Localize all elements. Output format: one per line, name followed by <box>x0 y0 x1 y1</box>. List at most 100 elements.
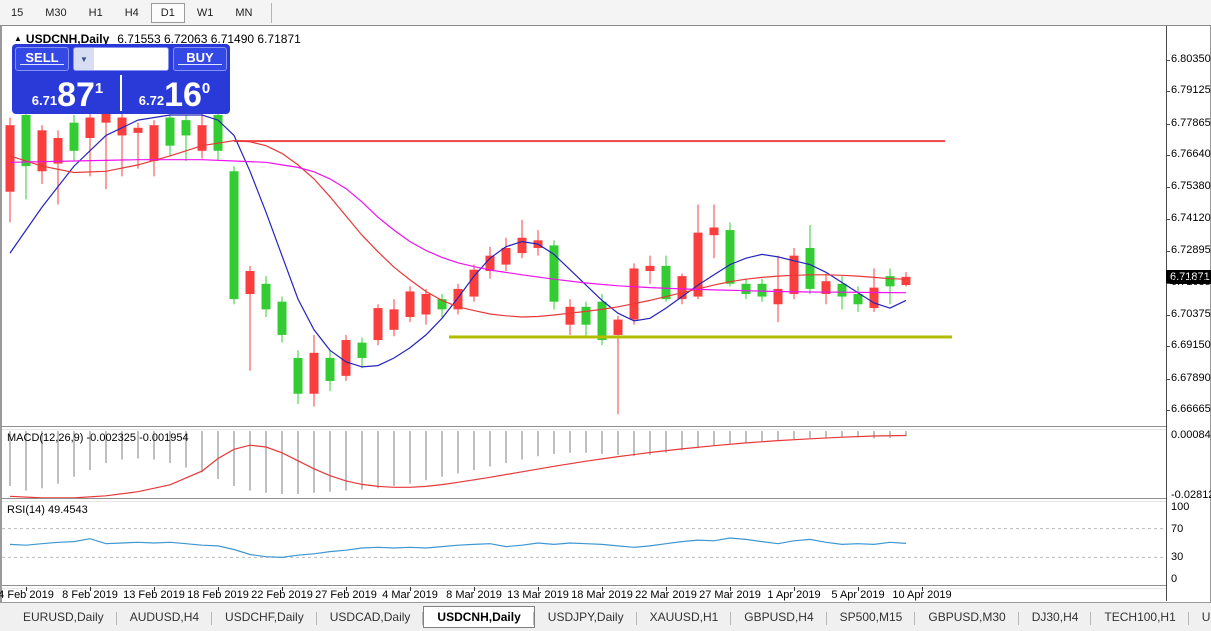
date-axis[interactable]: 4 Feb 2019 8 Feb 2019 13 Feb 2019 18 Feb 20… <box>0 587 1166 602</box>
buy-button[interactable]: BUY <box>173 47 227 71</box>
price-axis-label: 6.79125 <box>1171 84 1211 97</box>
timeframe-m15-button[interactable]: 15 <box>1 3 33 23</box>
rsi-label: RSI(14) 49.4543 <box>7 504 88 516</box>
macd-bar <box>809 431 811 438</box>
tab-gbpusd-h4[interactable]: GBPUSD,H4 <box>731 607 828 627</box>
ma-line-fast <box>9 114 907 368</box>
volume-input[interactable] <box>93 48 168 70</box>
macd-bar <box>873 431 875 439</box>
one-click-trading-panel: SELL ▼ ▲ BUY 6.71871 6.72160 <box>12 44 230 114</box>
tab-usdcnh-daily[interactable]: USDCNH,Daily <box>423 606 535 628</box>
tab-gbpusd-m30[interactable]: GBPUSD,M30 <box>915 607 1020 627</box>
rsi-indicator-canvas[interactable] <box>2 501 1166 585</box>
macd-bar <box>745 431 747 443</box>
macd-bar <box>761 431 763 442</box>
rsi-axis-label: 70 <box>1171 522 1184 535</box>
macd-bar <box>489 431 491 467</box>
horizontal-line[interactable] <box>234 140 945 143</box>
candle-body <box>501 247 511 265</box>
axis-tick <box>1166 123 1170 125</box>
candle-body <box>261 283 271 310</box>
buy-price-display[interactable]: 6.72 16 0 <box>122 73 227 113</box>
macd-bar <box>585 431 587 453</box>
candle-body <box>613 319 623 335</box>
candle-body <box>885 276 895 287</box>
date-tick-label: 18 Feb 2019 <box>187 589 249 601</box>
price-axis-label: 6.76640 <box>1171 147 1211 160</box>
macd-bar <box>329 431 331 492</box>
timeframe-h1-button[interactable]: H1 <box>79 3 113 23</box>
candle-body <box>469 269 479 297</box>
macd-bar <box>441 431 443 477</box>
candle-body <box>725 230 735 284</box>
tab-dj30-h4[interactable]: DJ30,H4 <box>1019 607 1092 627</box>
date-tick-label: 10 Apr 2019 <box>892 589 952 601</box>
axis-tick <box>1166 410 1170 411</box>
candle-body <box>165 117 175 146</box>
macd-bar <box>409 431 411 484</box>
macd-bar <box>425 431 427 481</box>
candle-body <box>853 294 863 305</box>
candle-body <box>581 306 591 325</box>
candle-body <box>341 340 351 376</box>
candle-body <box>373 308 383 341</box>
timeframe-w1-button[interactable]: W1 <box>187 3 224 23</box>
macd-bar <box>457 431 459 474</box>
macd-bar <box>537 431 539 457</box>
macd-bar <box>825 431 827 438</box>
candle-body <box>5 125 15 192</box>
candle-body <box>661 265 671 300</box>
price-axis-label: 6.72895 <box>1171 243 1211 256</box>
horizontal-line[interactable] <box>449 335 952 339</box>
rsi-axis-label: 30 <box>1171 551 1184 564</box>
macd-bar <box>393 431 395 486</box>
tab-xauusd-h1[interactable]: XAUUSD,H1 <box>637 607 732 627</box>
tab-tech100-h1[interactable]: TECH100,H1 <box>1091 607 1190 627</box>
candle-body <box>277 301 287 335</box>
date-tick-label: 22 Mar 2019 <box>635 589 697 601</box>
timeframe-toolbar: 15 M30 H1 H4 D1 W1 MN <box>0 0 1211 26</box>
timeframe-d1-button[interactable]: D1 <box>150 2 185 23</box>
tab-sp500-m15[interactable]: SP500,M15 <box>827 607 916 627</box>
macd-bar <box>521 431 523 460</box>
tab-audusd-h4[interactable]: AUDUSD,H4 <box>117 607 213 627</box>
candle-body <box>405 291 415 318</box>
timeframe-h4-button[interactable]: H4 <box>115 3 149 23</box>
macd-bar <box>665 431 667 453</box>
tab-usdchf-daily[interactable]: USDCHF,Daily <box>212 607 317 627</box>
macd-bar <box>617 431 619 456</box>
candle-body <box>709 227 719 236</box>
candle-body <box>389 309 399 330</box>
macd-bar <box>217 431 219 480</box>
tab-usdjpy-daily[interactable]: USDJPY,Daily <box>535 607 637 627</box>
macd-bar <box>569 431 571 453</box>
macd-axis-label: 0.000849 <box>1171 429 1211 441</box>
axis-tick <box>1166 378 1170 380</box>
tab-eurusd-daily[interactable]: EURUSD,Daily <box>10 607 117 627</box>
price-axis-label: 6.69150 <box>1171 339 1211 352</box>
candle-body <box>357 342 367 358</box>
macd-bar <box>889 431 891 438</box>
volume-decrease-button[interactable]: ▼ <box>74 48 94 70</box>
sell-button[interactable]: SELL <box>15 47 69 71</box>
collapse-arrow-icon[interactable]: ▲ <box>14 34 22 43</box>
price-axis-label: 6.67890 <box>1171 371 1211 384</box>
candle-body <box>869 287 879 309</box>
macd-bar <box>249 431 251 491</box>
price-axis-label: 6.66665 <box>1171 403 1211 415</box>
macd-bar <box>361 431 363 490</box>
tab-uko[interactable]: UKO <box>1189 607 1211 627</box>
rsi-axis-label: 0 <box>1171 573 1178 585</box>
ma-line-slow <box>9 159 907 294</box>
candle-body <box>85 117 95 139</box>
tab-usdcad-daily[interactable]: USDCAD,Daily <box>317 607 424 627</box>
macd-axis-label: -0.028124 <box>1171 489 1211 502</box>
candle-body <box>325 357 335 381</box>
timeframe-m30-button[interactable]: M30 <box>35 3 76 23</box>
sell-price-display[interactable]: 6.71 87 1 <box>15 73 120 113</box>
date-tick-label: 1 Apr 2019 <box>767 589 821 601</box>
timeframe-mn-button[interactable]: MN <box>225 3 262 23</box>
date-tick-label: 8 Feb 2019 <box>62 589 118 601</box>
date-tick-label: 13 Feb 2019 <box>123 589 185 601</box>
macd-bar <box>505 431 507 464</box>
